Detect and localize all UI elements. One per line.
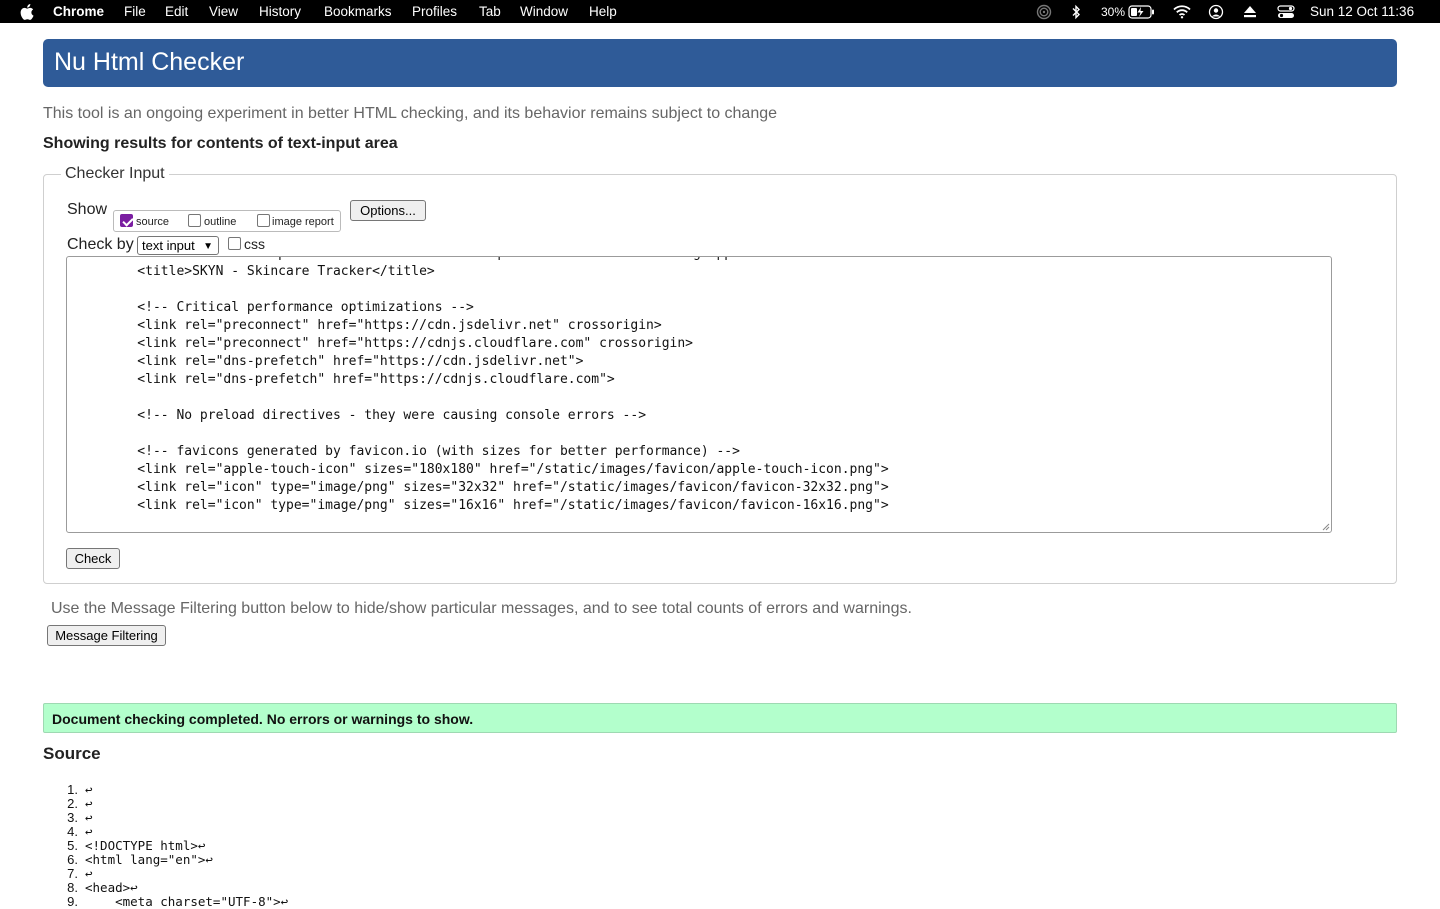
line-number: 4. xyxy=(67,824,78,839)
airdrop-icon[interactable] xyxy=(1036,4,1052,20)
wifi-icon[interactable] xyxy=(1173,4,1191,19)
image-report-checkbox[interactable] xyxy=(257,214,270,227)
outline-checkbox[interactable] xyxy=(188,214,201,227)
source-line: 3. ↩ xyxy=(56,811,288,825)
source-line: 7. ↩ xyxy=(56,867,288,881)
source-heading: Source xyxy=(43,744,101,763)
line-code: <!DOCTYPE html>↩ xyxy=(85,838,206,853)
bluetooth-icon[interactable] xyxy=(1071,4,1081,20)
intro-text: This tool is an ongoing experiment in be… xyxy=(43,105,778,122)
eject-icon[interactable] xyxy=(1243,5,1257,19)
menu-history[interactable]: History xyxy=(259,4,301,19)
line-number: 5. xyxy=(67,838,78,853)
options-button[interactable]: Options... xyxy=(350,200,426,221)
source-textarea[interactable]: <meta name="description" content="SKYN -… xyxy=(66,256,1332,533)
line-number: 8. xyxy=(67,880,78,895)
results-subtitle: Showing results for contents of text-inp… xyxy=(43,135,398,152)
source-option-label: source xyxy=(136,216,170,228)
source-checkbox[interactable] xyxy=(120,214,133,227)
css-option-label: css xyxy=(244,236,265,252)
source-line: 4. ↩ xyxy=(56,825,288,839)
source-line: 1. ↩ xyxy=(56,783,288,797)
menu-profiles[interactable]: Profiles xyxy=(412,4,457,19)
chevron-down-icon: ▼ xyxy=(203,241,213,252)
line-code: ↩ xyxy=(85,796,93,811)
check-by-label: Check by xyxy=(67,236,134,253)
message-filtering-hint: Use the Message Filtering button below t… xyxy=(51,600,912,617)
menu-file[interactable]: File xyxy=(124,4,146,19)
source-line: 6. <html lang="en">↩ xyxy=(56,853,288,867)
page-title: Nu Html Checker xyxy=(54,48,245,76)
battery-percent: 30% xyxy=(1101,5,1126,19)
menu-view[interactable]: View xyxy=(209,4,238,19)
checker-input-fieldset: Checker Input Show source outline image … xyxy=(43,165,1397,584)
line-number: 2. xyxy=(67,796,78,811)
source-line: 9. <meta charset="UTF-8">↩ xyxy=(56,895,288,909)
source-line: 5. <!DOCTYPE html>↩ xyxy=(56,839,288,853)
user-account-icon[interactable] xyxy=(1208,4,1224,20)
page-header: Nu Html Checker xyxy=(43,39,1397,87)
source-textarea-content: <meta name="description" content="SKYN -… xyxy=(137,257,889,513)
apple-logo-icon[interactable] xyxy=(20,4,34,20)
line-code: ↩ xyxy=(85,810,93,825)
css-checkbox[interactable] xyxy=(228,237,241,250)
app-menu-chrome[interactable]: Chrome xyxy=(53,4,104,19)
line-code: ↩ xyxy=(85,824,93,839)
menu-edit[interactable]: Edit xyxy=(165,4,188,19)
show-options-group: source outline image report xyxy=(113,210,341,232)
source-line: 2. ↩ xyxy=(56,797,288,811)
menu-bookmarks[interactable]: Bookmarks xyxy=(324,4,392,19)
line-number: 6. xyxy=(67,852,78,867)
battery-charging-icon[interactable] xyxy=(1128,5,1156,19)
line-code: ↩ xyxy=(85,782,93,797)
line-code: <head>↩ xyxy=(85,880,138,895)
line-code: <meta charset="UTF-8">↩ xyxy=(85,894,289,909)
image-report-option-label: image report xyxy=(272,216,334,228)
menu-tab[interactable]: Tab xyxy=(479,4,501,19)
outline-option-label: outline xyxy=(204,216,237,228)
line-number: 9. xyxy=(67,894,78,909)
menu-window[interactable]: Window xyxy=(520,4,568,19)
menubar-clock[interactable]: Sun 12 Oct 11:36 xyxy=(1310,4,1414,19)
line-code: ↩ xyxy=(85,866,93,881)
resize-handle-icon[interactable] xyxy=(1322,523,1330,531)
line-number: 3. xyxy=(67,810,78,825)
source-line: 8. <head>↩ xyxy=(56,881,288,895)
menu-help[interactable]: Help xyxy=(589,4,617,19)
control-center-icon[interactable] xyxy=(1277,5,1295,19)
check-by-select[interactable]: text input ▼ xyxy=(137,236,219,255)
checker-input-legend: Checker Input xyxy=(61,165,169,183)
line-code: <html lang="en">↩ xyxy=(85,852,213,867)
show-label: Show xyxy=(67,201,108,218)
check-by-value: text input xyxy=(142,238,195,253)
line-number: 1. xyxy=(67,782,78,797)
line-number: 7. xyxy=(67,866,78,881)
source-listing: 1. ↩ 2. ↩ 3. ↩ 4. ↩ 5. <!DOCTYPE html>↩ 6. <html la… xyxy=(56,783,288,909)
message-filtering-button[interactable]: Message Filtering xyxy=(47,625,166,646)
success-message: Document checking completed. No errors o… xyxy=(43,703,1397,733)
check-button[interactable]: Check xyxy=(66,548,120,569)
menu-bar: Chrome File Edit View History Bookmarks … xyxy=(0,0,1440,23)
